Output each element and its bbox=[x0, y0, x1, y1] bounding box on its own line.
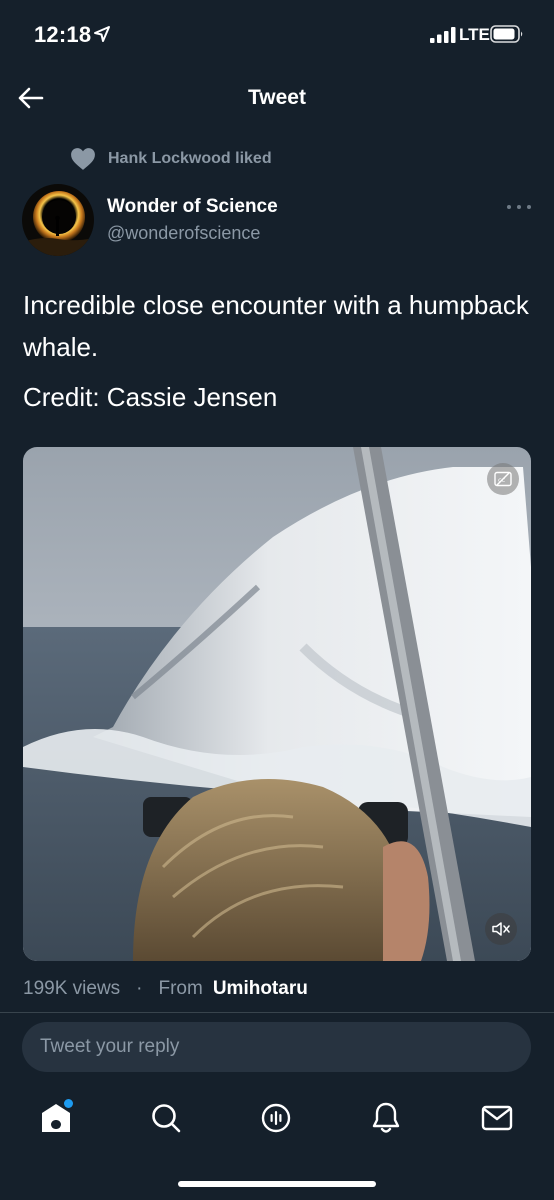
from-label: From bbox=[158, 978, 203, 999]
battery-icon bbox=[490, 25, 523, 43]
reply-input[interactable]: Tweet your reply bbox=[22, 1022, 531, 1072]
more-dot-icon bbox=[517, 205, 521, 209]
tab-messages[interactable] bbox=[477, 1098, 517, 1138]
closed-captions-icon: cc bbox=[494, 471, 512, 487]
spaces-icon bbox=[261, 1103, 291, 1133]
signal-strength-icon bbox=[430, 27, 456, 43]
tab-home[interactable] bbox=[36, 1098, 76, 1138]
more-dot-icon bbox=[507, 205, 511, 209]
author-handle[interactable]: @wonderofscience bbox=[107, 223, 260, 244]
notifications-icon bbox=[372, 1102, 400, 1133]
search-icon bbox=[152, 1104, 181, 1133]
notification-dot bbox=[64, 1099, 73, 1108]
more-options-button[interactable] bbox=[505, 198, 533, 216]
status-bar: 12:18 LTE bbox=[0, 0, 554, 70]
page-title: Tweet bbox=[248, 86, 306, 109]
tab-spaces[interactable] bbox=[256, 1098, 296, 1138]
social-context: Hank Lockwood liked bbox=[70, 146, 272, 172]
social-context-text: Hank Lockwood liked bbox=[108, 150, 272, 167]
meta-separator: · bbox=[136, 978, 143, 999]
view-count: 199K views bbox=[23, 978, 121, 999]
tab-search[interactable] bbox=[146, 1098, 186, 1138]
heart-icon bbox=[71, 148, 95, 170]
status-time: 12:18 bbox=[34, 22, 92, 47]
more-dot-icon bbox=[527, 205, 531, 209]
mute-button[interactable] bbox=[485, 913, 517, 945]
divider bbox=[0, 1012, 554, 1013]
bottom-tab-bar bbox=[0, 1086, 554, 1150]
tweet-text: Incredible close encounter with a humpba… bbox=[23, 290, 529, 362]
avatar[interactable] bbox=[22, 184, 94, 256]
tab-notifications[interactable] bbox=[366, 1098, 406, 1138]
speaker-muted-icon bbox=[492, 922, 510, 936]
tweet-video[interactable]: cc bbox=[23, 447, 531, 961]
tweet-credit: Credit: Cassie Jensen bbox=[23, 382, 278, 412]
location-arrow-icon bbox=[94, 26, 110, 42]
author-name[interactable]: Wonder of Science bbox=[107, 196, 278, 218]
source-link[interactable]: Umihotaru bbox=[213, 978, 308, 1000]
messages-icon bbox=[481, 1105, 513, 1131]
tweet-meta: 199K views · From Umihotaru bbox=[23, 976, 308, 1002]
whale-video-frame bbox=[23, 447, 531, 961]
home-indicator[interactable] bbox=[178, 1181, 376, 1187]
network-type: LTE bbox=[459, 25, 490, 44]
top-nav: Tweet bbox=[0, 70, 554, 126]
closed-captions-button[interactable]: cc bbox=[487, 463, 519, 495]
avatar-eclipse-image bbox=[22, 184, 94, 256]
